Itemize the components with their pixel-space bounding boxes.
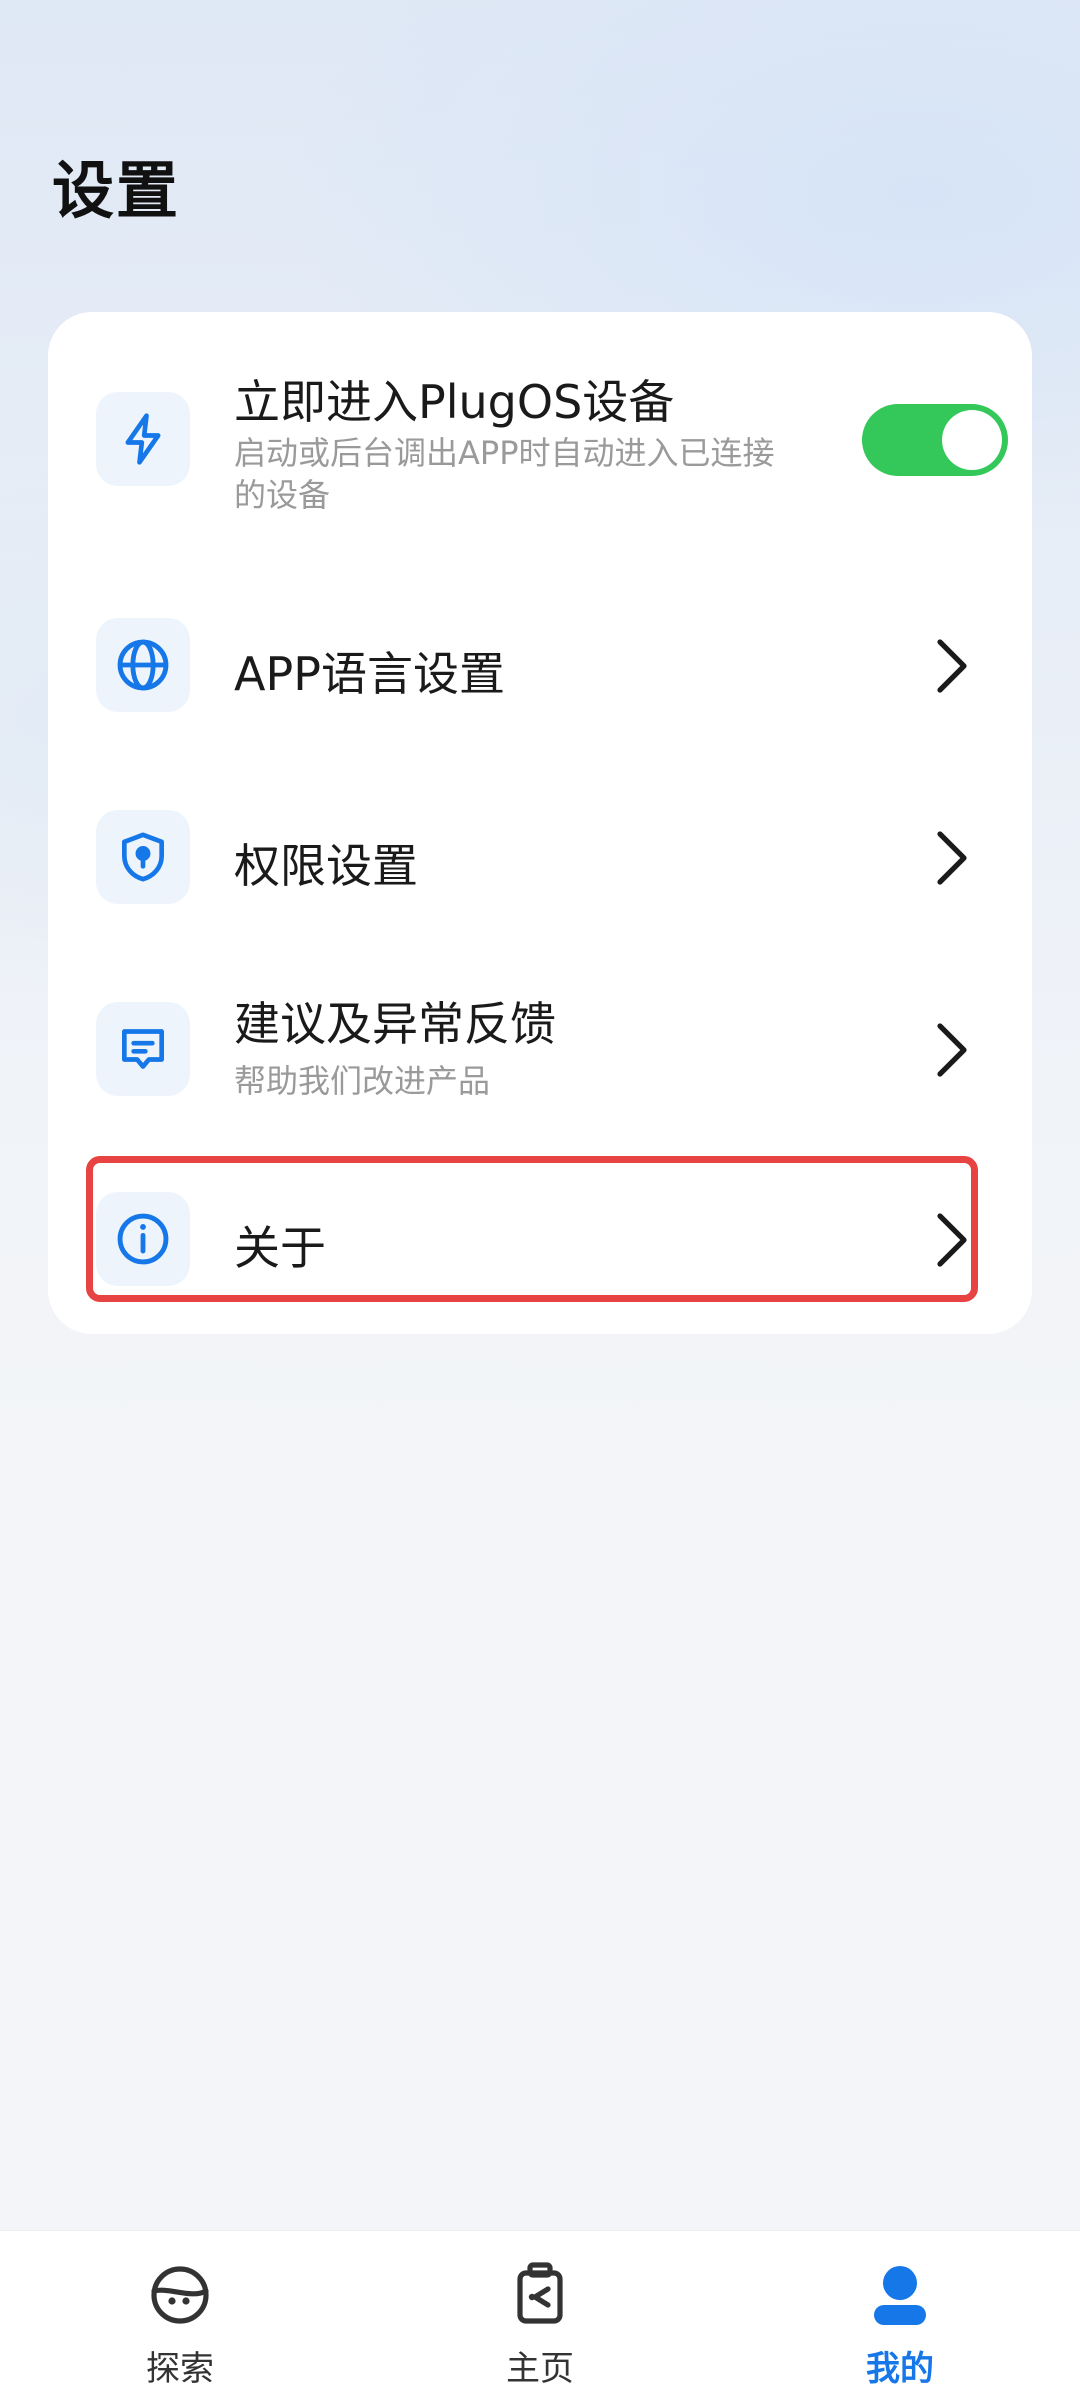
auto-enter-toggle[interactable] bbox=[862, 404, 1008, 476]
globe-icon-box bbox=[96, 618, 190, 712]
tab-profile[interactable]: 我的 bbox=[820, 2259, 980, 2389]
message-icon-box bbox=[96, 1002, 190, 1096]
lightning-icon bbox=[125, 413, 161, 465]
setting-title: APP语言设置 bbox=[234, 647, 505, 701]
bottom-tab-bar: 探索 主页 我的 bbox=[0, 2230, 1080, 2401]
globe-icon bbox=[117, 639, 169, 691]
about-highlight-box bbox=[86, 1156, 978, 1302]
tab-label: 我的 bbox=[866, 2349, 934, 2389]
page-title: 设置 bbox=[52, 154, 181, 227]
tab-label: 主页 bbox=[506, 2349, 574, 2389]
chevron-right-icon bbox=[937, 639, 967, 693]
tab-explore[interactable]: 探索 bbox=[100, 2259, 260, 2389]
profile-icon bbox=[874, 2266, 926, 2325]
setting-permissions[interactable]: 权限设置 bbox=[48, 768, 1032, 948]
lightning-icon-box bbox=[96, 392, 190, 486]
message-icon bbox=[122, 1029, 165, 1069]
tab-label: 探索 bbox=[146, 2349, 214, 2389]
explore-icon bbox=[151, 2266, 209, 2324]
chevron-right-icon bbox=[937, 1023, 967, 1077]
setting-subtitle: 帮助我们改进产品 bbox=[234, 1062, 491, 1100]
setting-title: 权限设置 bbox=[234, 839, 418, 893]
tab-home[interactable]: 主页 bbox=[460, 2259, 620, 2389]
chevron-right-icon bbox=[937, 831, 967, 885]
toggle-knob bbox=[942, 410, 1002, 470]
shield-icon-box bbox=[96, 810, 190, 904]
setting-subtitle: 启动或后台调出APP时自动进入已连接的设备 bbox=[234, 434, 775, 514]
setting-feedback[interactable]: 建议及异常反馈 帮助我们改进产品 bbox=[48, 960, 1032, 1140]
setting-title: 立即进入PlugOS设备 bbox=[234, 375, 675, 429]
home-device-icon bbox=[517, 2262, 563, 2324]
setting-auto-enter-device: 立即进入PlugOS设备 启动或后台调出APP时自动进入已连接的设备 bbox=[48, 352, 1032, 542]
setting-title: 建议及异常反馈 bbox=[234, 997, 556, 1051]
shield-icon bbox=[122, 832, 165, 882]
setting-app-language[interactable]: APP语言设置 bbox=[48, 576, 1032, 756]
